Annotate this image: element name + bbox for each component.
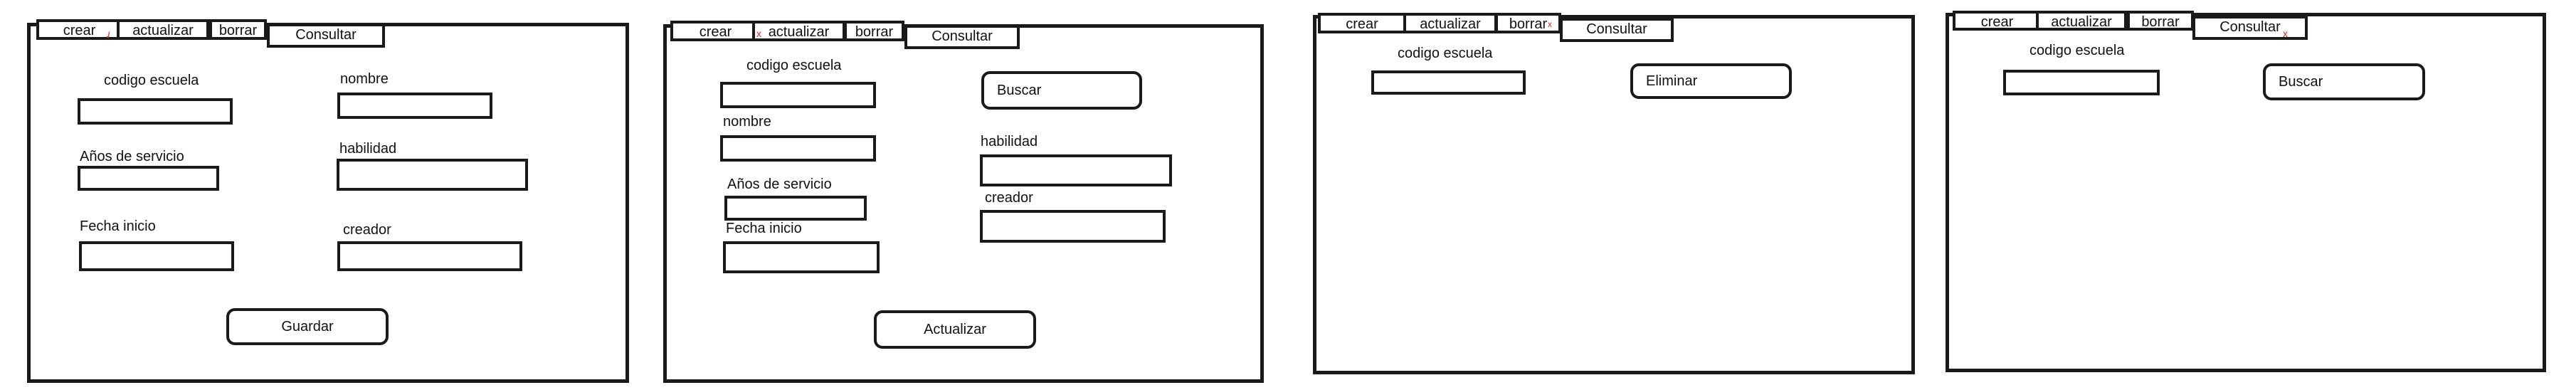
tab-consultar[interactable]: Consultar	[904, 25, 1020, 49]
tab-borrar[interactable]: borrar	[2127, 11, 2194, 31]
tab-borrar[interactable]: borrar	[844, 21, 904, 41]
nombre-input[interactable]	[337, 93, 492, 119]
tab-crear-label: crear	[1980, 14, 2014, 30]
fecha-inicio-input[interactable]	[723, 241, 880, 273]
buscar-button[interactable]: Buscar	[981, 71, 1142, 110]
actualizar-button[interactable]: Actualizar	[874, 310, 1036, 349]
tab-borrar[interactable]: borrar	[209, 19, 267, 40]
tab-actualizar-label: actualizar	[2051, 14, 2112, 30]
form-panel-borrar: crear actualizar borrar x Consultar codi…	[1313, 13, 1915, 374]
anios-servicio-label: Años de servicio	[80, 149, 184, 164]
form-panel-crear: crear ✓ actualizar borrar Consultar codi…	[27, 19, 629, 383]
tab-crear-label: crear	[699, 24, 732, 40]
tab-actualizar-label: actualizar	[132, 23, 194, 38]
tab-consultar[interactable]: Consultar	[1560, 18, 1674, 42]
tab-consultar[interactable]: Consultar	[2192, 16, 2308, 40]
tab-crear[interactable]: crear	[1953, 11, 2042, 31]
codigo-escuela-label: codigo escuela	[104, 73, 199, 88]
tab-consultar-x-mark: x	[2283, 28, 2288, 39]
codigo-escuela-label: codigo escuela	[2029, 43, 2125, 58]
codigo-escuela-label: codigo escuela	[1398, 46, 1493, 61]
tab-actualizar[interactable]: actualizar	[117, 19, 209, 40]
tab-consultar[interactable]: Consultar	[267, 23, 385, 48]
tab-actualizar-x-mark: x	[756, 28, 761, 39]
codigo-escuela-input[interactable]	[78, 98, 233, 125]
codigo-escuela-label: codigo escuela	[746, 58, 842, 73]
anios-servicio-input[interactable]	[724, 196, 867, 221]
tab-borrar-label: borrar	[218, 23, 258, 38]
tab-consultar-label: Consultar	[1586, 21, 1647, 37]
tab-actualizar[interactable]: actualizar	[752, 21, 845, 41]
tab-crear-label: crear	[1346, 16, 1378, 32]
tab-consultar-label: Consultar	[2219, 19, 2281, 35]
tab-crear[interactable]: crear	[1318, 13, 1406, 33]
fecha-inicio-label: Fecha inicio	[726, 221, 802, 236]
creador-input[interactable]	[980, 210, 1166, 243]
form-panel-consultar: crear actualizar borrar Consultar x codi…	[1946, 11, 2546, 372]
tab-borrar-label: borrar	[855, 24, 894, 40]
creador-input[interactable]	[337, 241, 522, 271]
anios-servicio-input[interactable]	[78, 166, 219, 191]
nombre-label: nombre	[340, 71, 389, 87]
form-panel-actualizar: crear actualizar x borrar Consultar codi…	[663, 21, 1264, 383]
creador-label: creador	[985, 190, 1033, 206]
codigo-escuela-input[interactable]	[2003, 70, 2160, 95]
guardar-button[interactable]: Guardar	[226, 308, 389, 345]
nombre-label: nombre	[723, 114, 771, 130]
codigo-escuela-input[interactable]	[720, 82, 876, 108]
tab-actualizar[interactable]: actualizar	[1403, 13, 1497, 33]
buscar-button[interactable]: Buscar	[2263, 63, 2425, 100]
tab-consultar-label: Consultar	[931, 28, 993, 44]
tab-consultar-label: Consultar	[295, 27, 357, 43]
fecha-inicio-label: Fecha inicio	[80, 218, 156, 234]
tab-actualizar[interactable]: actualizar	[2036, 11, 2127, 31]
tab-borrar-label: borrar	[2141, 14, 2180, 30]
tab-actualizar-label: actualizar	[1420, 16, 1481, 32]
habilidad-label: habilidad	[339, 141, 397, 157]
tab-actualizar-label: actualizar	[768, 24, 830, 40]
habilidad-label: habilidad	[981, 134, 1038, 149]
habilidad-input[interactable]	[980, 154, 1172, 186]
creador-label: creador	[343, 222, 391, 238]
anios-servicio-label: Años de servicio	[727, 176, 832, 192]
habilidad-input[interactable]	[337, 159, 528, 191]
tab-borrar-x-mark: x	[1548, 19, 1552, 29]
nombre-input[interactable]	[720, 135, 876, 162]
tab-crear[interactable]: crear	[670, 21, 761, 41]
codigo-escuela-input[interactable]	[1371, 70, 1526, 95]
eliminar-button[interactable]: Eliminar	[1630, 63, 1792, 99]
fecha-inicio-input[interactable]	[79, 241, 234, 271]
